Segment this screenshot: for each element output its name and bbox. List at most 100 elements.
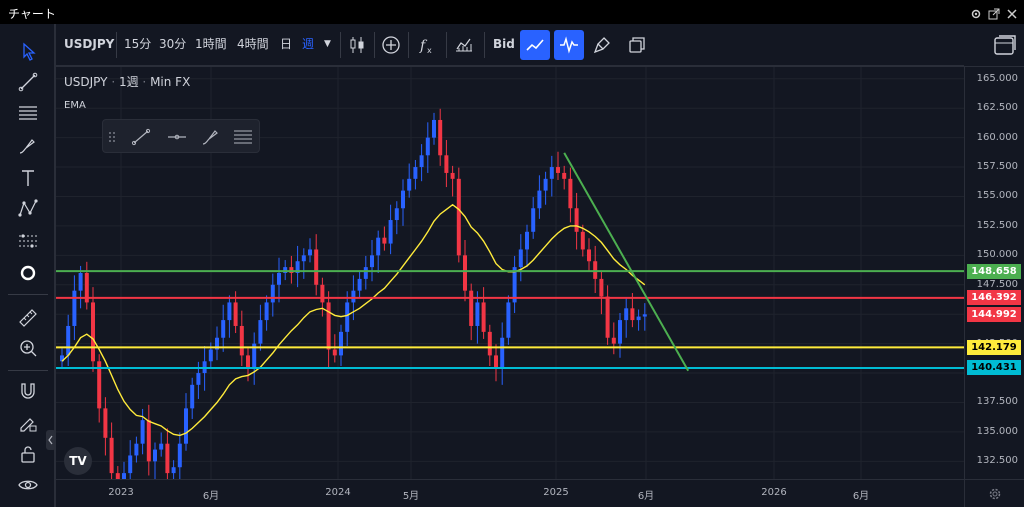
clear-brush-icon[interactable] — [588, 30, 618, 60]
candle-body — [363, 267, 368, 279]
settings-icon[interactable] — [970, 5, 982, 19]
candle-body — [140, 420, 145, 444]
candle-body — [630, 308, 635, 321]
candle-body — [301, 255, 306, 262]
chart-pane[interactable]: USDJPY · 1週 · Min FX EMA TV — [56, 67, 964, 479]
candle-body — [326, 302, 331, 350]
candle-body — [382, 237, 387, 244]
templates-icon[interactable] — [449, 30, 479, 60]
trend-chart-icon[interactable] — [520, 30, 550, 60]
candle-body — [277, 273, 281, 285]
fib-tool-icon[interactable] — [231, 125, 255, 149]
duplicate-icon[interactable] — [622, 30, 652, 60]
candle-body — [339, 331, 343, 356]
legend-indicator[interactable]: EMA — [64, 100, 190, 111]
candle-body — [227, 302, 232, 321]
brush-icon[interactable] — [16, 134, 40, 158]
time-axis-label: 2025 — [543, 487, 569, 498]
price-tick-label: 160.000 — [976, 131, 1018, 143]
gear-icon[interactable] — [987, 486, 1003, 502]
magnet-icon[interactable] — [16, 380, 40, 404]
candle-body — [146, 420, 151, 462]
close-icon[interactable] — [1006, 5, 1018, 19]
fib-retracement-icon[interactable] — [16, 101, 40, 125]
candle-body — [432, 119, 436, 138]
candle-body — [531, 208, 536, 232]
price-tag: 148.658 — [967, 263, 1021, 279]
time-axis-label: 2023 — [108, 487, 134, 498]
candle-body — [208, 349, 213, 362]
candle-body — [159, 443, 164, 450]
interval-day[interactable]: 日 — [280, 35, 292, 53]
pattern-icon[interactable] — [16, 197, 40, 221]
candle-body — [357, 278, 362, 291]
svg-text:x: x — [427, 46, 432, 55]
candle-body — [308, 249, 312, 256]
candle-body — [425, 137, 430, 156]
candle-body — [636, 316, 641, 321]
chart-app: USDJPY 15分 30分 1時間 4時間 日 週 ▼ fx Bid USDJ… — [0, 24, 1024, 507]
drag-handle-icon[interactable] — [107, 125, 117, 149]
candle-body — [543, 178, 548, 191]
time-axis-label: 2024 — [325, 487, 351, 498]
candle-body — [66, 325, 71, 356]
candle-body — [134, 443, 139, 456]
eye-icon[interactable] — [16, 473, 40, 497]
candle-body — [463, 255, 467, 291]
chevron-down-icon[interactable]: ▼ — [324, 35, 331, 53]
candle-body — [642, 314, 647, 317]
brush-tool-icon[interactable] — [199, 125, 223, 149]
candle-body — [258, 320, 263, 344]
popout-icon[interactable] — [988, 5, 1000, 20]
candle-body — [407, 178, 412, 191]
layout-icon[interactable] — [992, 32, 1018, 58]
trend-line-icon[interactable] — [16, 70, 40, 94]
price-tick-label: 137.500 — [976, 396, 1018, 408]
price-tag: 142.179 — [967, 339, 1021, 355]
trend-line-tool-icon[interactable] — [129, 125, 153, 149]
cursor-icon[interactable] — [16, 40, 40, 64]
price-axis[interactable]: 165.000 162.500 160.000 157.500 155.000 152.5… — [964, 67, 1024, 479]
zoom-in-icon[interactable] — [16, 336, 40, 360]
prediction-icon[interactable] — [16, 229, 40, 253]
top-toolbar: USDJPY 15分 30分 1時間 4時間 日 週 ▼ fx Bid — [56, 24, 964, 66]
lock-icon[interactable] — [16, 442, 40, 466]
candle-body — [388, 220, 393, 244]
price-type-bid[interactable]: Bid — [493, 35, 515, 53]
price-tag: 146.392 — [967, 290, 1021, 306]
candle-body — [221, 320, 226, 338]
tradingview-logo[interactable]: TV — [64, 447, 92, 475]
candle-body — [109, 437, 114, 474]
ruler-icon[interactable] — [16, 306, 40, 330]
time-axis[interactable]: 2023 6月 2024 5月 2025 6月 2026 6月 — [56, 479, 964, 507]
lock-drawing-icon[interactable] — [16, 411, 40, 435]
candle-body — [177, 443, 182, 468]
interval-1h[interactable]: 1時間 — [195, 35, 227, 53]
text-icon[interactable] — [16, 166, 40, 190]
candle-body — [320, 284, 325, 303]
candle-body — [525, 231, 529, 250]
interval-4h[interactable]: 4時間 — [237, 35, 269, 53]
time-axis-label: 6月 — [852, 491, 870, 502]
candle-type-icon[interactable] — [342, 30, 372, 60]
axis-settings — [964, 479, 1024, 507]
interval-week[interactable]: 週 — [302, 35, 314, 53]
horizontal-line-tool-icon[interactable] — [165, 125, 189, 149]
pulse-chart-icon[interactable] — [554, 30, 584, 60]
candle-body — [444, 155, 449, 173]
candle-body — [413, 167, 418, 179]
sidebar-collapse-handle[interactable] — [46, 430, 56, 450]
circle-icon[interactable] — [16, 261, 40, 285]
candle-body — [562, 172, 567, 179]
indicators-icon[interactable]: fx — [412, 30, 442, 60]
candle-body — [401, 190, 405, 209]
candle-body — [345, 302, 350, 332]
interval-30m[interactable]: 30分 — [159, 35, 186, 53]
interval-15m[interactable]: 15分 — [124, 35, 151, 53]
compare-add-icon[interactable] — [376, 30, 406, 60]
candle-body — [587, 249, 591, 262]
price-tick-label: 135.000 — [976, 425, 1018, 437]
legend-source: Min FX — [150, 75, 191, 89]
candle-body — [233, 302, 238, 326]
symbol-search[interactable]: USDJPY — [64, 35, 114, 53]
